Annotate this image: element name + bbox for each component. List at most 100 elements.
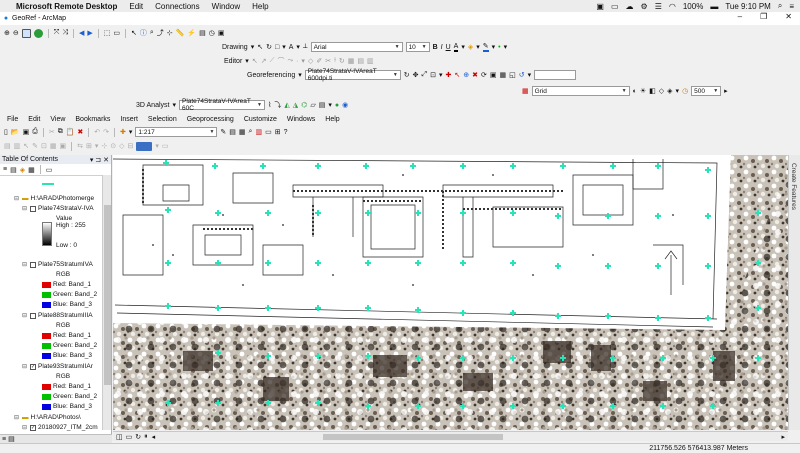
- reshape-icon[interactable]: ✐: [316, 57, 322, 65]
- catalog-icon[interactable]: ▦: [239, 128, 246, 136]
- arcglobe-icon[interactable]: ◉: [342, 101, 348, 109]
- transparency-icon[interactable]: ◧: [649, 87, 656, 95]
- hyperlink-icon[interactable]: ⚡: [187, 29, 196, 37]
- delete-link-icon[interactable]: ✖: [472, 71, 478, 79]
- collapse-icon[interactable]: ⊟: [14, 414, 20, 421]
- help-icon[interactable]: ?: [284, 129, 288, 136]
- chevron-down-icon[interactable]: ▾: [528, 71, 532, 79]
- georef-layer-combo[interactable]: Plate74StrataV-IVAreaT 600dpi.ti ▼: [304, 68, 401, 82]
- list-by-source-icon[interactable]: ▤: [10, 166, 17, 174]
- map-horizontal-scrollbar[interactable]: ◫ ▭ ↻ ⏸ ◂ ▸: [113, 431, 788, 441]
- georef-input-field[interactable]: [534, 70, 577, 80]
- fixed-zoom-out-icon[interactable]: ⤨: [62, 29, 68, 37]
- mac-menu-edit[interactable]: Edit: [129, 2, 143, 11]
- chevron-down-icon[interactable]: ▾: [155, 142, 159, 150]
- grid-combo[interactable]: Grid ▼: [531, 86, 630, 96]
- html-popup-icon[interactable]: ▤: [199, 29, 206, 37]
- toc-layer-plate75[interactable]: ⊟ Plate75StratumIVA: [22, 261, 93, 268]
- horizontal-scrollbar-thumb[interactable]: [323, 433, 503, 440]
- add-data-icon[interactable]: ✚: [120, 128, 126, 136]
- table-of-contents-icon[interactable]: ▤: [229, 128, 236, 136]
- chevron-down-icon[interactable]: ▾: [301, 57, 305, 65]
- back-extent-icon[interactable]: ◀: [79, 29, 84, 37]
- font-name-combo[interactable]: Arial ▼: [310, 42, 403, 52]
- layer-visibility-checkbox[interactable]: [30, 205, 36, 212]
- menu-view[interactable]: View: [50, 116, 65, 123]
- split-icon[interactable]: ⟊: [334, 57, 336, 65]
- rotate-icon[interactable]: ↻: [339, 57, 345, 65]
- collapse-icon[interactable]: ⊟: [22, 424, 28, 431]
- grid-icon[interactable]: ▦: [50, 142, 57, 150]
- swipe-icon[interactable]: ◇: [659, 87, 664, 95]
- menu-selection[interactable]: Selection: [148, 116, 177, 123]
- route-icon[interactable]: ⤴: [157, 28, 164, 38]
- minimize-button[interactable]: –: [738, 12, 742, 21]
- toc-folder-photos[interactable]: ⊟ ▬ H:\ARAD\Photos\: [14, 414, 81, 421]
- gear-icon[interactable]: ⚙: [641, 2, 648, 11]
- bold-button[interactable]: B: [433, 44, 438, 51]
- menu-help[interactable]: Help: [325, 116, 339, 123]
- close-icon[interactable]: ✕: [103, 157, 109, 164]
- options-icon[interactable]: ▭: [162, 142, 169, 150]
- chevron-down-icon[interactable]: ▾: [129, 128, 133, 136]
- edit-annotation-icon[interactable]: ↗: [261, 57, 267, 65]
- camera-icon[interactable]: ▣: [596, 2, 604, 11]
- rotate-icon[interactable]: ↻: [404, 71, 410, 79]
- highlighted-color-selector[interactable]: [136, 141, 153, 151]
- display-icon[interactable]: ▭: [611, 2, 619, 11]
- font-color-button[interactable]: A: [453, 43, 459, 52]
- edit-vertices-icon[interactable]: ⟂: [303, 43, 308, 51]
- chevron-right-icon[interactable]: ▸: [724, 87, 728, 95]
- copy-icon[interactable]: ⧉: [58, 128, 63, 136]
- new-document-icon[interactable]: ▯: [4, 128, 8, 136]
- select-elements-icon[interactable]: ↖: [257, 43, 263, 51]
- viewer-icon[interactable]: ▣: [218, 29, 225, 37]
- redo-icon[interactable]: ↷: [103, 128, 109, 136]
- drawing-menu[interactable]: Drawing: [222, 44, 248, 51]
- cut-icon[interactable]: ✂: [49, 128, 55, 136]
- fixed-zoom-in-icon[interactable]: ⤧: [54, 29, 60, 37]
- trace-icon[interactable]: ⤳: [287, 57, 293, 65]
- zoom-out-icon[interactable]: ⊖: [13, 29, 19, 37]
- create-features-label[interactable]: Create Features: [790, 163, 797, 210]
- create-features-panel-tab[interactable]: Create Features: [788, 155, 800, 430]
- steepest-path-icon[interactable]: ⤵: [274, 100, 281, 110]
- forward-extent-icon[interactable]: ▶: [87, 29, 92, 37]
- map-view[interactable]: [113, 155, 788, 430]
- search-icon[interactable]: ⌕: [778, 1, 782, 11]
- toc-list-icon[interactable]: ▤: [4, 142, 11, 150]
- go-to-xy-icon[interactable]: ⊹: [167, 29, 173, 37]
- clear-selection-icon[interactable]: ▭: [113, 29, 120, 37]
- text-tool[interactable]: A: [289, 44, 294, 51]
- save-icon[interactable]: ▣: [23, 128, 30, 136]
- flicker-rate-icon[interactable]: ◷: [682, 87, 688, 95]
- chevron-down-icon[interactable]: ▾: [298, 71, 302, 79]
- toc-layer-plate74[interactable]: ⊟ Plate74StrataV-IVA: [22, 205, 94, 212]
- select-link-icon[interactable]: ↖: [454, 71, 460, 79]
- editor-toolbar-icon[interactable]: ✎: [220, 128, 226, 136]
- toc-scrollbar[interactable]: [102, 175, 111, 430]
- layout-icon[interactable]: ▣: [60, 142, 67, 150]
- wifi-icon[interactable]: ◠: [669, 2, 676, 11]
- attributes-icon[interactable]: ▦: [348, 57, 355, 65]
- select-features-icon[interactable]: ⬚: [104, 29, 111, 37]
- marker-color-icon[interactable]: •: [498, 44, 500, 51]
- open-icon[interactable]: 📂: [11, 128, 20, 136]
- interpolate-point-icon[interactable]: ◮: [293, 101, 298, 109]
- collapse-icon[interactable]: ⊟: [14, 195, 20, 202]
- auto-registration-icon[interactable]: ⟳: [481, 71, 487, 79]
- undo-icon[interactable]: ↶: [94, 128, 100, 136]
- flip-icon[interactable]: ⇆: [77, 142, 83, 150]
- search-window-icon[interactable]: ⌕: [249, 128, 253, 136]
- sketch-properties-icon[interactable]: ▤: [357, 57, 364, 65]
- identify-icon[interactable]: ⓘ: [140, 28, 147, 38]
- menu-bookmarks[interactable]: Bookmarks: [75, 116, 110, 123]
- collapse-icon[interactable]: ⊟: [22, 363, 28, 370]
- chevron-down-icon[interactable]: ▾: [282, 43, 286, 51]
- layer-visibility-checkbox[interactable]: [30, 312, 36, 319]
- python-icon[interactable]: ▭: [265, 128, 272, 136]
- menu-file[interactable]: File: [7, 116, 18, 123]
- battery-icon[interactable]: ▬: [710, 2, 718, 11]
- georeferencing-menu[interactable]: Georeferencing: [247, 72, 295, 79]
- toc-layer-plate93[interactable]: ⊟ ✓ Plate93StratumIIAr: [22, 363, 93, 370]
